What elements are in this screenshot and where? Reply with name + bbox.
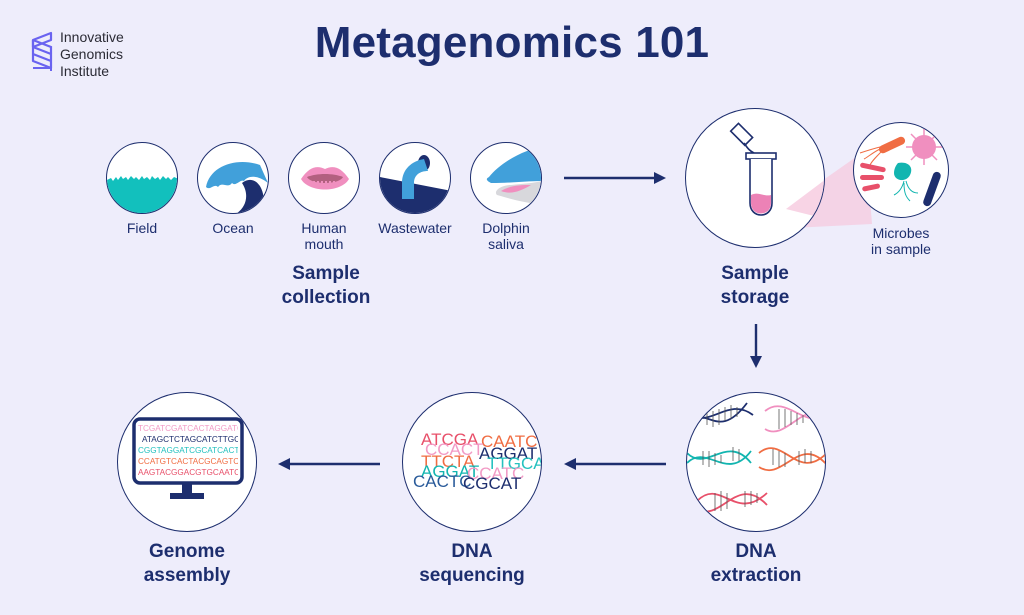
dna-sequencing-circle: ATCGA CAATC CCACT AGGAT TTCTA TTGCA AGGA… <box>402 392 542 532</box>
sample-tube-icon <box>729 122 824 219</box>
arrow-left-icon <box>278 458 380 470</box>
sequencing-reads: ATCGA CAATC CCACT AGGAT TTCTA TTGCA AGGA… <box>403 393 541 531</box>
assembly-line: CCATGTCACTACGCAGTCATA <box>138 457 238 466</box>
field-icon <box>107 176 177 213</box>
sample-storage-circle <box>685 108 825 248</box>
sample-ocean-circle <box>197 142 269 214</box>
assembly-line: AAGTACGGACGTGCAATCGCA <box>138 468 238 477</box>
assembly-sequence-text: TCGATCGATCACTAGGATCGA ATAGCTCTAGCATCTTGC… <box>138 423 238 481</box>
assembly-line: ATAGCTCTAGCATCTTGCATT <box>142 435 238 444</box>
stage-label-sequencing: DNA sequencing <box>419 541 525 586</box>
stage-label-storage: Sample storage <box>720 263 790 308</box>
sample-field-circle <box>106 142 178 214</box>
assembly-line: CGGTAGGATCGCATCACTCCG <box>138 446 238 455</box>
sample-label-ocean: Ocean <box>212 220 254 236</box>
stage-label-assembly: Genome assembly <box>143 541 231 586</box>
sample-label-mouth: Human mouth <box>301 220 347 252</box>
dna-helix-icon <box>687 402 825 513</box>
microbes-circle <box>853 122 949 218</box>
page-title-text: Metagenomics 101 <box>314 18 710 67</box>
sample-dolphin-circle <box>470 142 542 214</box>
ocean-wave-icon <box>206 161 268 213</box>
dolphin-icon <box>486 149 541 204</box>
arrow-left-icon <box>564 458 666 470</box>
stage-label-extraction: DNA extraction <box>710 541 802 586</box>
wastewater-pipe-icon <box>380 155 450 213</box>
genome-assembly-circle: TCGATCGATCACTAGGATCGA ATAGCTCTAGCATCTTGC… <box>117 392 257 532</box>
read: CGCAT <box>463 474 522 493</box>
sample-label-wastewater: Wastewater <box>378 220 452 236</box>
mouth-icon <box>301 167 349 190</box>
arrow-down-icon <box>750 324 762 368</box>
dna-extraction-circle <box>686 392 826 532</box>
sample-label-dolphin: Dolphin saliva <box>482 220 530 252</box>
stage-label-collection: Sample collection <box>281 263 371 308</box>
sample-label-field: Field <box>126 220 158 236</box>
sample-wastewater-circle <box>379 142 451 214</box>
microbes-icon <box>859 129 942 207</box>
microbes-label: Microbes in sample <box>871 225 931 257</box>
page-title: Metagenomics 101 <box>0 18 1024 68</box>
assembly-line: TCGATCGATCACTAGGATCGA <box>138 424 238 433</box>
sample-mouth-circle <box>288 142 360 214</box>
arrow-right-icon <box>564 172 666 184</box>
